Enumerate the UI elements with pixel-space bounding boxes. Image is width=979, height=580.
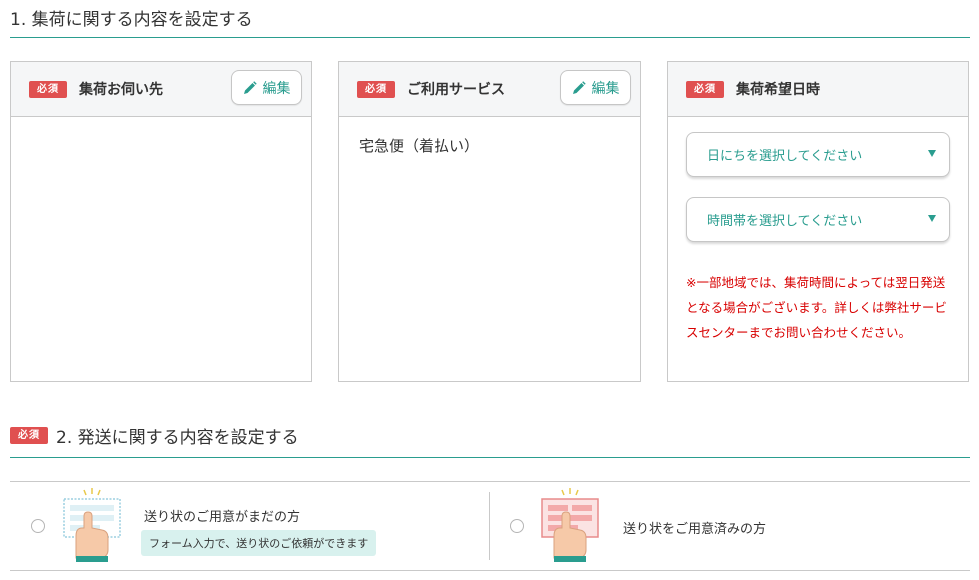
selected-service: 宅急便（着払い） [359,137,480,155]
edit-button-label: 編集 [591,80,620,97]
panel-header: 必須 集荷希望日時 [668,62,968,117]
edit-button-label: 編集 [262,80,291,97]
panel-title: ご利用サービス [407,82,505,98]
date-select[interactable]: 日にちを選択してください [686,132,950,177]
option-has-label-text: 送り状をご用意済みの方 [623,522,767,537]
section2-title: 必須 2. 発送に関する内容を設定する [10,423,299,448]
required-badge: 必須 [357,80,395,98]
edit-address-button[interactable]: 編集 [231,70,302,105]
radio-has-label[interactable] [510,519,524,533]
panel-title: 集荷お伺い先 [79,82,163,98]
option-no-label-text: 送り状のご用意がまだの方 [144,510,301,525]
radio-no-label[interactable] [31,519,45,533]
required-badge: 必須 [29,80,67,98]
shipping-options: 送り状のご用意がまだの方 フォーム入力で、送り状のご依頼ができます 送り状をご用… [10,481,970,571]
option-no-label-tag: フォーム入力で、送り状のご依頼ができます [141,530,377,556]
pencil-icon [572,80,586,94]
required-badge: 必須 [686,80,724,98]
service-panel: 必須 ご利用サービス 編集 宅急便（着払い） [338,61,641,382]
edit-service-button[interactable]: 編集 [560,70,631,105]
section2-rule [10,457,970,458]
pickup-time-panel: 必須 集荷希望日時 日にちを選択してください 時間帯を選択してください ※一部地… [667,61,969,382]
time-select-placeholder: 時間帯を選択してください [707,214,863,229]
dropdown-arrow-icon [928,150,936,157]
date-select-placeholder: 日にちを選択してください [707,149,863,164]
pickup-address-panel: 必須 集荷お伺い先 編集 [10,61,312,382]
time-select[interactable]: 時間帯を選択してください [686,197,950,242]
section1-title: 1. 集荷に関する内容を設定する [10,5,253,30]
blank-label-hand-icon [63,488,121,562]
panel-header: 必須 集荷お伺い先 編集 [11,62,311,117]
panel-header: 必須 ご利用サービス 編集 [339,62,640,117]
section1-title-text: 1. 集荷に関する内容を設定する [10,10,253,30]
dropdown-arrow-icon [928,215,936,222]
required-badge: 必須 [10,427,48,444]
options-divider [489,492,490,560]
filled-label-hand-icon [541,488,599,562]
section2-title-text: 2. 発送に関する内容を設定する [56,428,299,448]
panel-title: 集荷希望日時 [736,82,820,98]
pencil-icon [243,80,257,94]
section1-rule [10,37,970,38]
pickup-notice: ※一部地域では、集荷時間によっては翌日発送となる場合がございます。詳しくは弊社サ… [686,275,947,340]
